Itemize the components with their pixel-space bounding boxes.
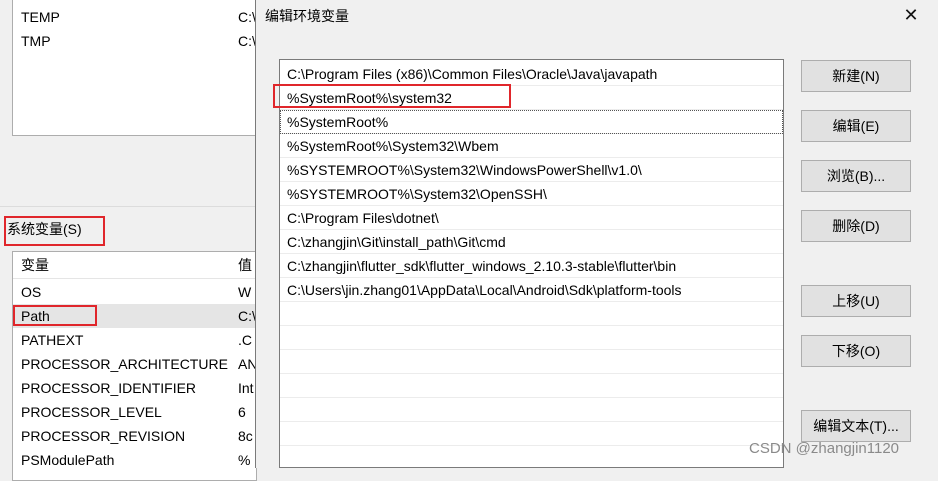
list-item[interactable]: PROCESSOR_REVISION 8c xyxy=(13,424,256,448)
list-item[interactable]: C:\zhangjin\flutter_sdk\flutter_windows_… xyxy=(280,254,783,278)
list-item[interactable]: C:\Users\jin.zhang01\AppData\Local\Andro… xyxy=(280,278,783,302)
list-header: 变量 值 xyxy=(13,252,256,279)
move-down-button[interactable]: 下移(O) xyxy=(801,335,911,367)
variable-value: W xyxy=(238,284,252,300)
dialog-title: 编辑环境变量 xyxy=(265,8,349,24)
variable-name: PROCESSOR_ARCHITECTURE xyxy=(21,356,228,372)
red-highlight-box xyxy=(13,305,97,326)
list-item[interactable]: OS W xyxy=(13,280,256,304)
browse-button[interactable]: 浏览(B)... xyxy=(801,160,911,192)
environment-variables-window: TEMP C:\ TMP C:\ 系统变量(S) 变量 值 OS W Path … xyxy=(0,0,257,481)
variable-value: Int xyxy=(238,380,254,396)
list-item[interactable]: C:\Program Files\dotnet\ xyxy=(280,206,783,230)
list-item[interactable]: %SystemRoot%\System32\Wbem xyxy=(280,134,783,158)
variable-value: % xyxy=(238,452,251,468)
list-item-empty[interactable] xyxy=(280,398,783,422)
column-header-value[interactable]: 值 xyxy=(238,252,252,278)
move-up-button[interactable]: 上移(U) xyxy=(801,285,911,317)
list-item[interactable]: PROCESSOR_ARCHITECTURE AN xyxy=(13,352,256,376)
close-icon[interactable]: ✕ xyxy=(896,2,926,28)
new-button[interactable]: 新建(N) xyxy=(801,60,911,92)
list-item-empty[interactable] xyxy=(280,326,783,350)
list-item-empty[interactable] xyxy=(280,374,783,398)
list-item[interactable]: PROCESSOR_LEVEL 6 xyxy=(13,400,256,424)
list-item-focused[interactable]: %SystemRoot% xyxy=(280,110,783,134)
divider xyxy=(0,206,256,207)
column-header-variable[interactable]: 变量 xyxy=(21,252,49,278)
variable-value: 8c xyxy=(238,428,253,444)
edit-text-button[interactable]: 编辑文本(T)... xyxy=(801,410,911,442)
path-list: C:\Program Files (x86)\Common Files\Orac… xyxy=(279,59,784,468)
variable-name: OS xyxy=(21,284,42,300)
variable-value: C:\ xyxy=(238,308,256,324)
variable-name: PROCESSOR_LEVEL xyxy=(21,404,162,420)
list-item[interactable]: C:\zhangjin\Git\install_path\Git\cmd xyxy=(280,230,783,254)
variable-name: TEMP xyxy=(21,9,60,25)
list-item[interactable]: %SYSTEMROOT%\System32\OpenSSH\ xyxy=(280,182,783,206)
list-item-empty[interactable] xyxy=(280,302,783,326)
variable-value: 6 xyxy=(238,404,246,420)
variable-value: .C xyxy=(238,332,252,348)
list-item-empty[interactable] xyxy=(280,422,783,446)
list-item-empty[interactable] xyxy=(280,350,783,374)
list-item[interactable]: PROCESSOR_IDENTIFIER Int xyxy=(13,376,256,400)
variable-value: C:\ xyxy=(238,33,256,49)
variable-name: TMP xyxy=(21,33,51,49)
list-item[interactable]: PATHEXT .C xyxy=(13,328,256,352)
edit-button[interactable]: 编辑(E) xyxy=(801,110,911,142)
watermark: CSDN @zhangjin1120 xyxy=(749,440,900,457)
list-item[interactable]: PSModulePath % xyxy=(13,448,256,472)
system-variables-list: 变量 值 OS W Path C:\ PATHEXT .C PROCESSOR_… xyxy=(12,251,257,481)
user-variables-list: TEMP C:\ TMP C:\ xyxy=(12,0,257,136)
variable-name: PSModulePath xyxy=(21,452,115,468)
variable-name: PROCESSOR_IDENTIFIER xyxy=(21,380,197,396)
variable-value: C:\ xyxy=(238,9,256,25)
red-highlight-box xyxy=(4,216,105,246)
variable-name: PATHEXT xyxy=(21,332,84,348)
edit-environment-variable-dialog: 编辑环境变量 ✕ C:\Program Files (x86)\Common F… xyxy=(255,0,938,468)
list-item[interactable]: C:\Program Files (x86)\Common Files\Orac… xyxy=(280,62,783,86)
list-item[interactable]: %SYSTEMROOT%\System32\WindowsPowerShell\… xyxy=(280,158,783,182)
variable-name: PROCESSOR_REVISION xyxy=(21,428,186,444)
red-highlight-box xyxy=(273,84,511,108)
delete-button[interactable]: 删除(D) xyxy=(801,210,911,242)
